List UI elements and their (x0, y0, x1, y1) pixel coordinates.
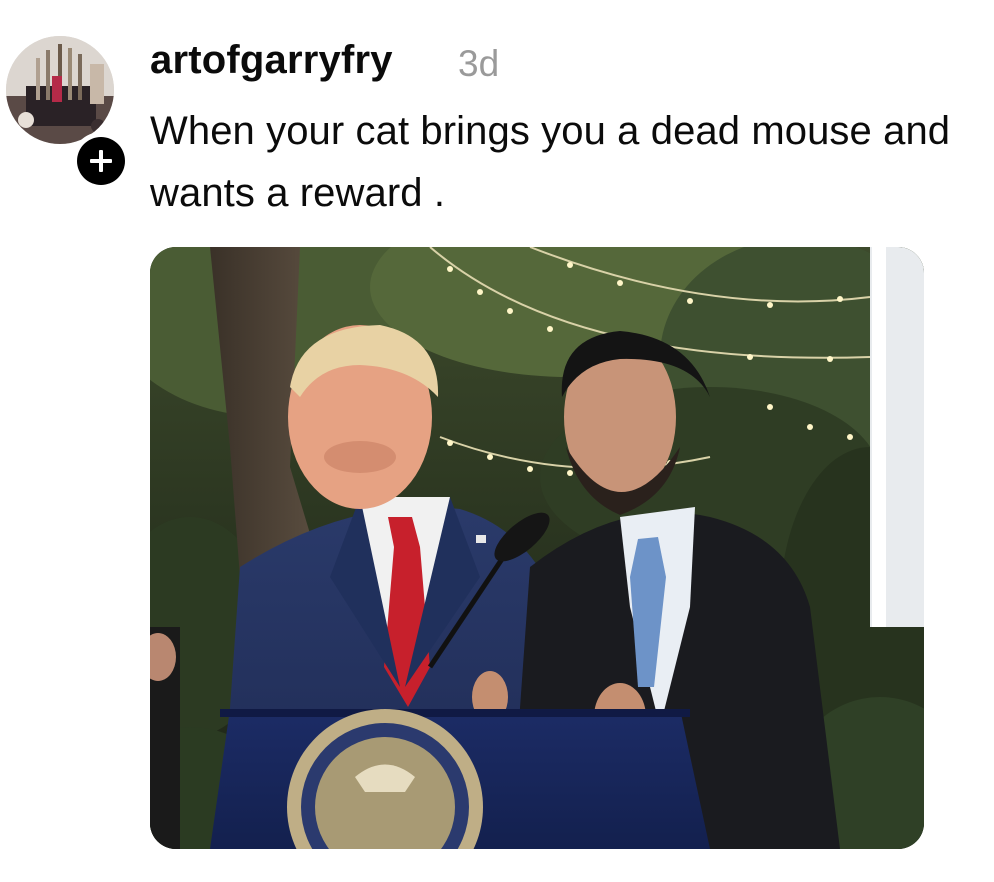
avatar-photo-icon (6, 36, 114, 144)
photo-media-icon (150, 247, 924, 849)
timestamp: 3d (458, 43, 500, 84)
post-media[interactable] (150, 247, 924, 849)
follow-badge[interactable] (77, 137, 125, 185)
plus-icon (90, 150, 112, 172)
username[interactable]: artofgarryfry (150, 36, 393, 84)
follow-button[interactable] (72, 132, 130, 190)
author-avatar-wrap[interactable] (6, 36, 130, 190)
avatar[interactable] (6, 36, 114, 144)
post-caption: When your cat brings you a dead mouse an… (150, 109, 951, 215)
